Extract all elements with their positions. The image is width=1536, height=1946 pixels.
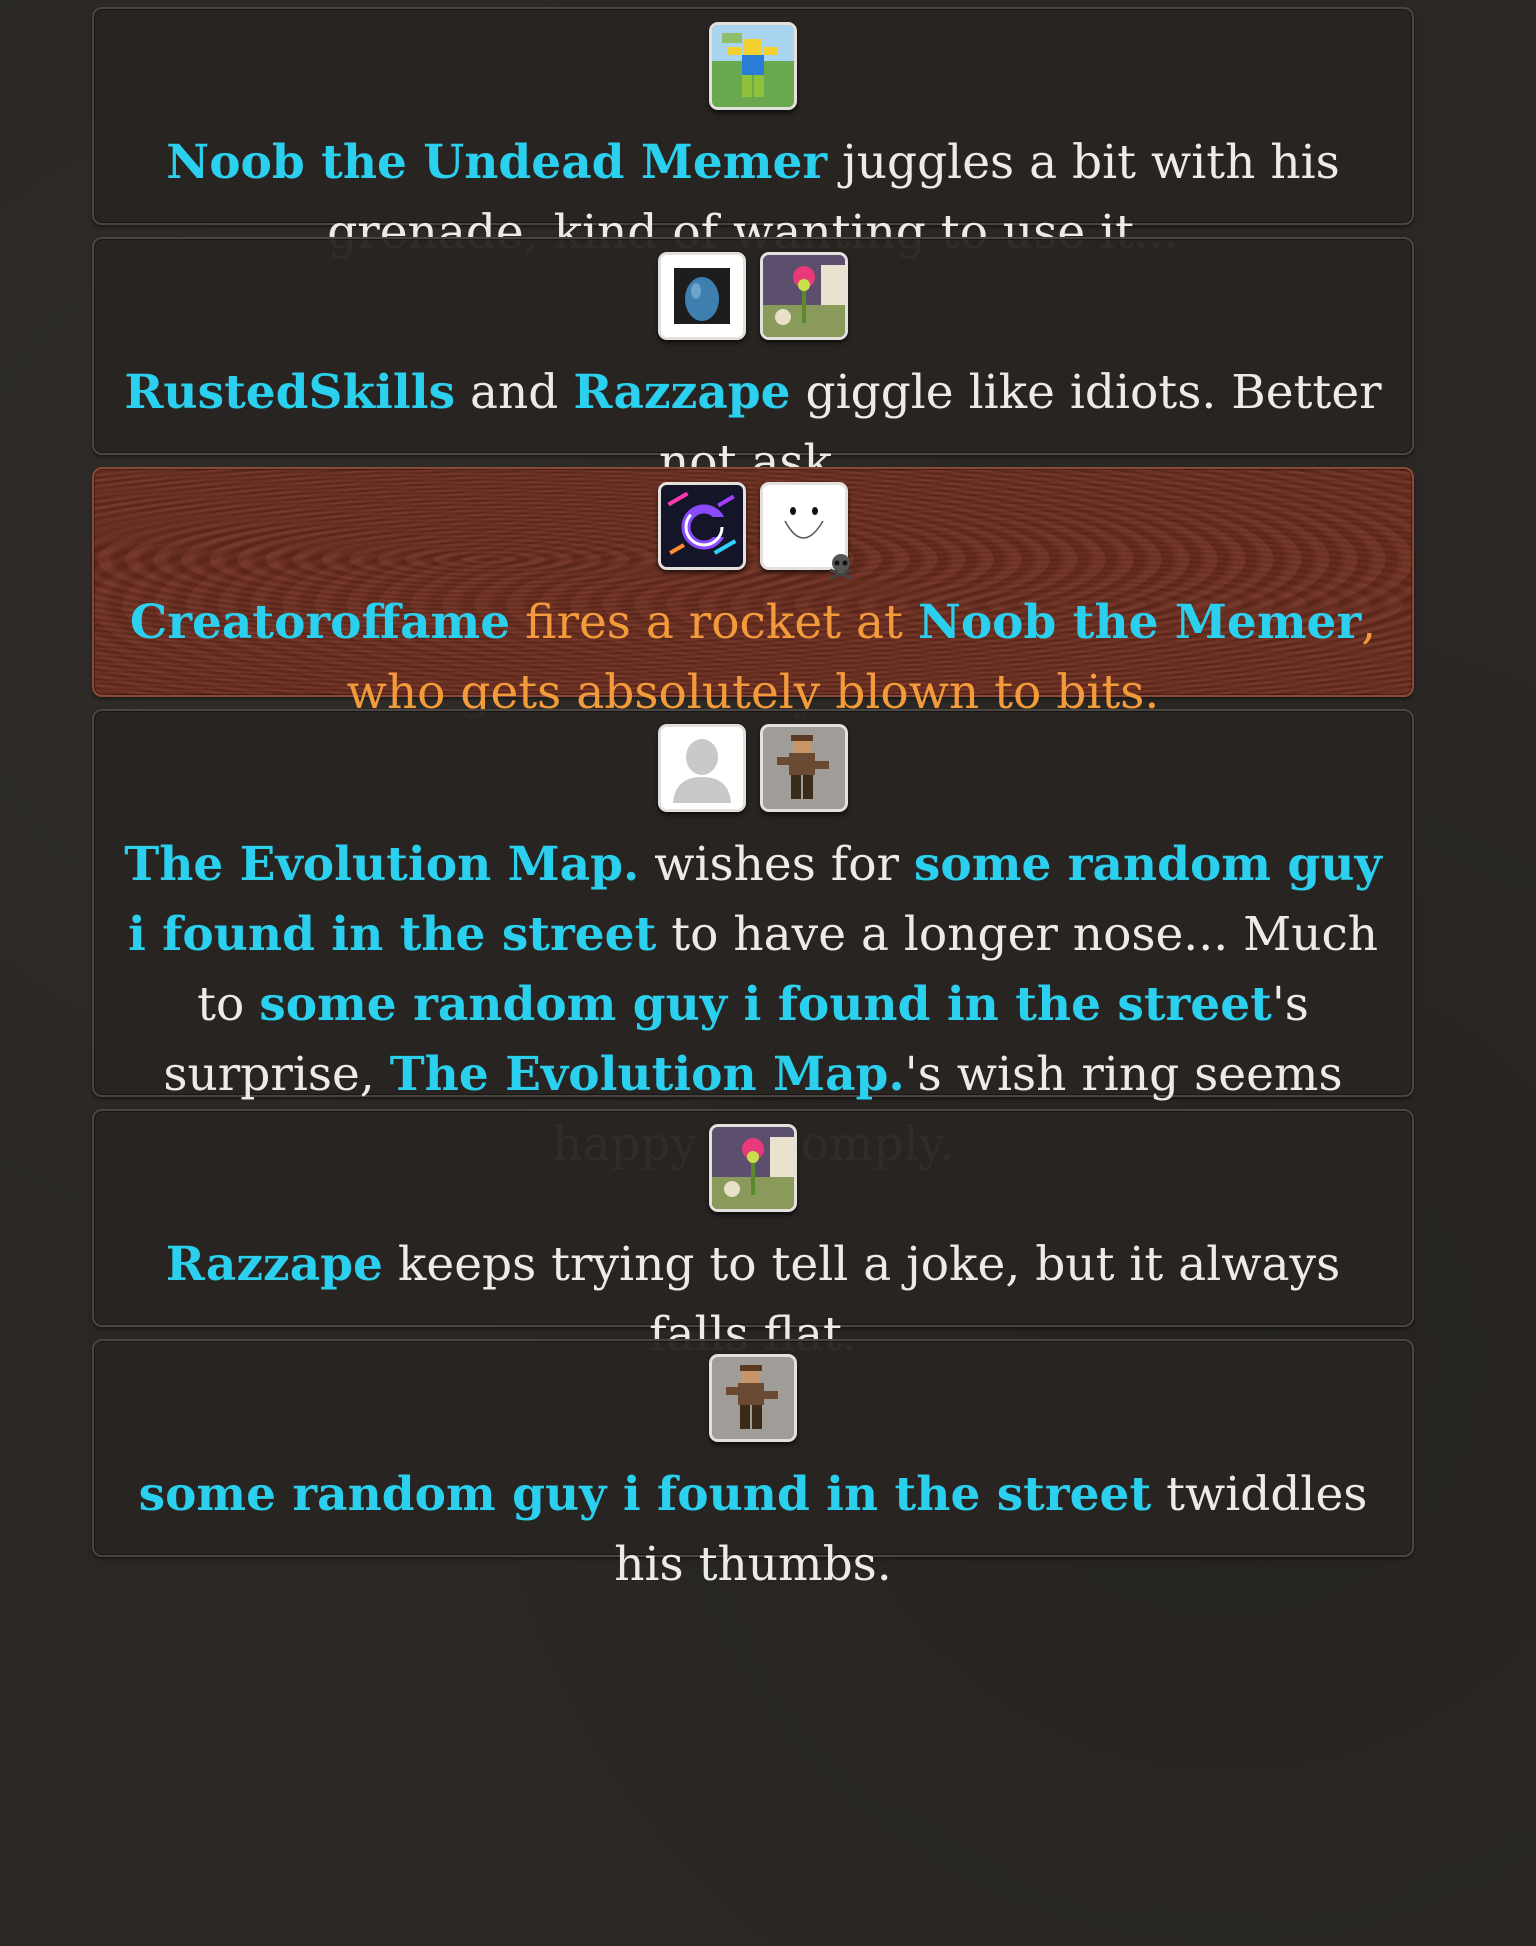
event-card: Noob the Undead Memer juggles a bit with… — [92, 7, 1414, 260]
brown-character-avatar-icon[interactable] — [709, 1354, 797, 1442]
flower-avatar-icon-graphic — [763, 255, 845, 337]
noob-avatar-icon[interactable] — [709, 22, 797, 110]
death-event-card: Creatoroffame fires a rocket at Noob the… — [92, 467, 1414, 720]
avatar-row — [94, 22, 1412, 114]
avatar-row — [94, 724, 1412, 816]
player-name[interactable]: Razzape — [573, 365, 790, 420]
brown-character-avatar-icon[interactable] — [760, 724, 848, 812]
event-text: and — [455, 365, 574, 420]
event-card: RustedSkills and Razzape giggle like idi… — [92, 237, 1414, 490]
blue-egg-avatar-icon-graphic — [661, 255, 743, 337]
noob-avatar-icon-graphic — [712, 25, 794, 107]
creator-logo-avatar-icon-graphic — [661, 485, 743, 567]
player-name[interactable]: Creatoroffame — [130, 595, 510, 650]
avatar-row — [94, 252, 1412, 344]
player-name[interactable]: Noob the Undead Memer — [166, 135, 827, 190]
avatar-row — [94, 482, 1412, 580]
brown-character-avatar-icon-graphic — [763, 727, 845, 809]
player-name[interactable]: Razzape — [166, 1237, 383, 1292]
flower-avatar-icon[interactable] — [760, 252, 848, 340]
player-name[interactable]: RustedSkills — [124, 365, 455, 420]
event-card: The Evolution Map. wishes for some rando… — [92, 709, 1414, 1172]
event-message: some random guy i found in the street tw… — [94, 1446, 1412, 1608]
player-name[interactable]: some random guy i found in the street — [139, 1467, 1152, 1522]
avatar-row — [94, 1354, 1412, 1446]
killed-avatar — [760, 482, 853, 580]
player-name[interactable]: Noob the Memer — [918, 595, 1361, 650]
creator-logo-avatar-icon[interactable] — [658, 482, 746, 570]
player-name[interactable]: The Evolution Map. — [390, 1047, 905, 1102]
flower-avatar-icon-graphic — [712, 1127, 794, 1209]
player-name[interactable]: some random guy i found in the street — [259, 977, 1272, 1032]
blue-egg-avatar-icon[interactable] — [658, 252, 746, 340]
event-card: some random guy i found in the street tw… — [92, 1339, 1414, 1592]
avatar-row — [94, 1124, 1412, 1216]
event-text: wishes for — [639, 837, 914, 892]
event-feed: Noob the Undead Memer juggles a bit with… — [92, 7, 1414, 1592]
default-person-avatar-icon-graphic — [661, 727, 743, 809]
skull-crossbones-icon — [829, 554, 853, 580]
brown-character-avatar-icon-graphic — [712, 1357, 794, 1439]
player-name[interactable]: The Evolution Map. — [124, 837, 639, 892]
flower-avatar-icon[interactable] — [709, 1124, 797, 1212]
event-card: Razzape keeps trying to tell a joke, but… — [92, 1109, 1414, 1362]
default-person-avatar-icon[interactable] — [658, 724, 746, 812]
event-text: fires a rocket at — [510, 595, 918, 650]
